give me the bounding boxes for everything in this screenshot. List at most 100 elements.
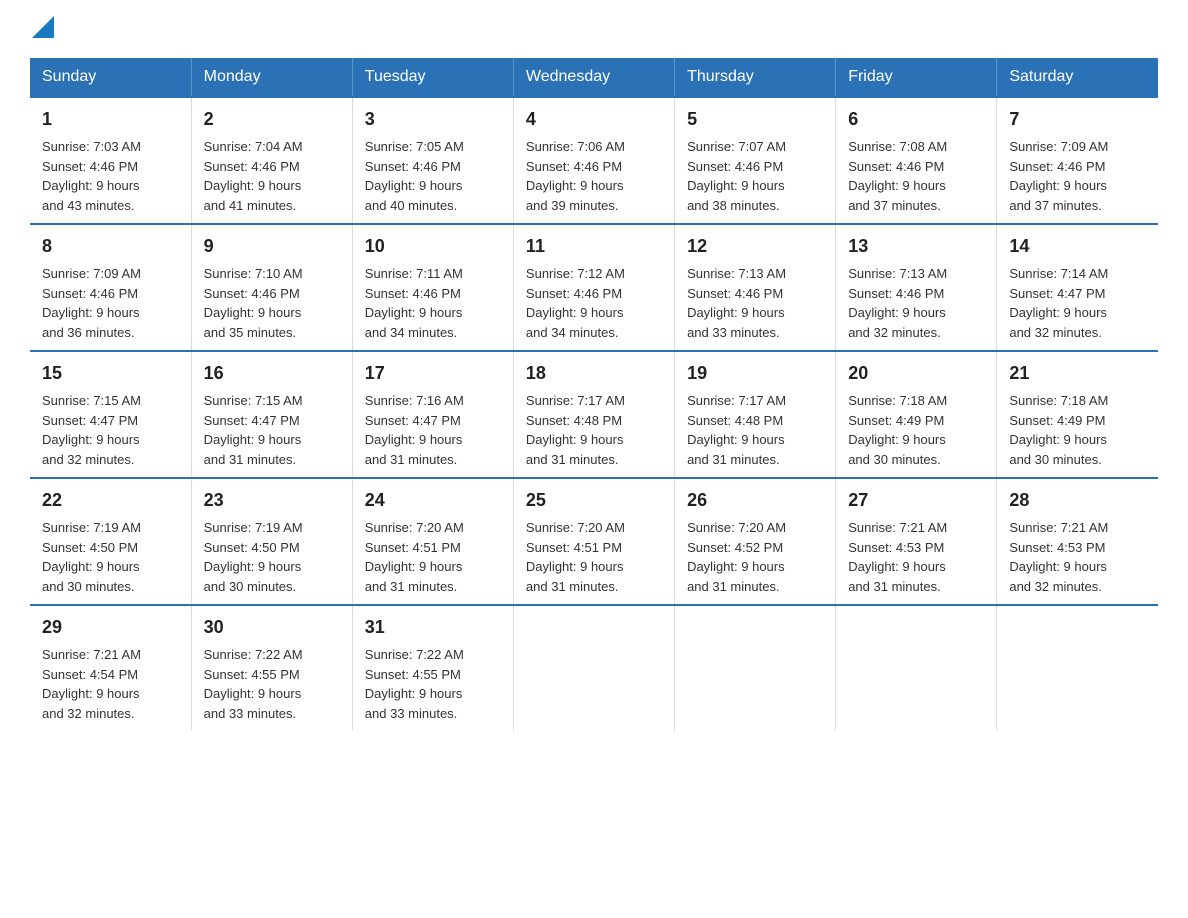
calendar-cell: 3 Sunrise: 7:05 AMSunset: 4:46 PMDayligh… xyxy=(352,97,513,224)
day-info: Sunrise: 7:07 AMSunset: 4:46 PMDaylight:… xyxy=(687,139,786,213)
day-info: Sunrise: 7:05 AMSunset: 4:46 PMDaylight:… xyxy=(365,139,464,213)
calendar-cell: 20 Sunrise: 7:18 AMSunset: 4:49 PMDaylig… xyxy=(836,351,997,478)
calendar-cell: 30 Sunrise: 7:22 AMSunset: 4:55 PMDaylig… xyxy=(191,605,352,731)
calendar-cell xyxy=(997,605,1158,731)
weekday-header-saturday: Saturday xyxy=(997,58,1158,97)
calendar-table: SundayMondayTuesdayWednesdayThursdayFrid… xyxy=(30,58,1158,731)
day-info: Sunrise: 7:12 AMSunset: 4:46 PMDaylight:… xyxy=(526,266,625,340)
calendar-week-row: 29 Sunrise: 7:21 AMSunset: 4:54 PMDaylig… xyxy=(30,605,1158,731)
day-number: 5 xyxy=(687,106,823,133)
day-info: Sunrise: 7:17 AMSunset: 4:48 PMDaylight:… xyxy=(687,393,786,467)
day-info: Sunrise: 7:04 AMSunset: 4:46 PMDaylight:… xyxy=(204,139,303,213)
day-number: 13 xyxy=(848,233,984,260)
day-number: 30 xyxy=(204,614,340,641)
day-number: 18 xyxy=(526,360,662,387)
day-info: Sunrise: 7:09 AMSunset: 4:46 PMDaylight:… xyxy=(1009,139,1108,213)
day-info: Sunrise: 7:18 AMSunset: 4:49 PMDaylight:… xyxy=(1009,393,1108,467)
calendar-cell: 21 Sunrise: 7:18 AMSunset: 4:49 PMDaylig… xyxy=(997,351,1158,478)
calendar-cell: 4 Sunrise: 7:06 AMSunset: 4:46 PMDayligh… xyxy=(513,97,674,224)
calendar-cell: 2 Sunrise: 7:04 AMSunset: 4:46 PMDayligh… xyxy=(191,97,352,224)
day-number: 16 xyxy=(204,360,340,387)
day-number: 14 xyxy=(1009,233,1146,260)
day-number: 9 xyxy=(204,233,340,260)
day-number: 4 xyxy=(526,106,662,133)
page-header xyxy=(30,20,1158,38)
day-number: 25 xyxy=(526,487,662,514)
calendar-cell: 12 Sunrise: 7:13 AMSunset: 4:46 PMDaylig… xyxy=(675,224,836,351)
calendar-cell: 15 Sunrise: 7:15 AMSunset: 4:47 PMDaylig… xyxy=(30,351,191,478)
calendar-cell: 9 Sunrise: 7:10 AMSunset: 4:46 PMDayligh… xyxy=(191,224,352,351)
day-info: Sunrise: 7:15 AMSunset: 4:47 PMDaylight:… xyxy=(204,393,303,467)
day-info: Sunrise: 7:19 AMSunset: 4:50 PMDaylight:… xyxy=(42,520,141,594)
day-info: Sunrise: 7:18 AMSunset: 4:49 PMDaylight:… xyxy=(848,393,947,467)
calendar-cell xyxy=(675,605,836,731)
calendar-cell: 1 Sunrise: 7:03 AMSunset: 4:46 PMDayligh… xyxy=(30,97,191,224)
calendar-cell: 6 Sunrise: 7:08 AMSunset: 4:46 PMDayligh… xyxy=(836,97,997,224)
calendar-cell: 27 Sunrise: 7:21 AMSunset: 4:53 PMDaylig… xyxy=(836,478,997,605)
day-info: Sunrise: 7:20 AMSunset: 4:51 PMDaylight:… xyxy=(365,520,464,594)
calendar-cell: 23 Sunrise: 7:19 AMSunset: 4:50 PMDaylig… xyxy=(191,478,352,605)
calendar-cell: 17 Sunrise: 7:16 AMSunset: 4:47 PMDaylig… xyxy=(352,351,513,478)
day-number: 21 xyxy=(1009,360,1146,387)
day-number: 11 xyxy=(526,233,662,260)
day-number: 17 xyxy=(365,360,501,387)
day-info: Sunrise: 7:14 AMSunset: 4:47 PMDaylight:… xyxy=(1009,266,1108,340)
day-info: Sunrise: 7:20 AMSunset: 4:52 PMDaylight:… xyxy=(687,520,786,594)
day-info: Sunrise: 7:16 AMSunset: 4:47 PMDaylight:… xyxy=(365,393,464,467)
calendar-cell: 26 Sunrise: 7:20 AMSunset: 4:52 PMDaylig… xyxy=(675,478,836,605)
weekday-header-row: SundayMondayTuesdayWednesdayThursdayFrid… xyxy=(30,58,1158,97)
day-info: Sunrise: 7:06 AMSunset: 4:46 PMDaylight:… xyxy=(526,139,625,213)
logo-triangle-icon xyxy=(32,16,54,38)
day-number: 23 xyxy=(204,487,340,514)
day-info: Sunrise: 7:11 AMSunset: 4:46 PMDaylight:… xyxy=(365,266,463,340)
day-info: Sunrise: 7:03 AMSunset: 4:46 PMDaylight:… xyxy=(42,139,141,213)
weekday-header-sunday: Sunday xyxy=(30,58,191,97)
day-info: Sunrise: 7:17 AMSunset: 4:48 PMDaylight:… xyxy=(526,393,625,467)
calendar-cell xyxy=(513,605,674,731)
day-info: Sunrise: 7:10 AMSunset: 4:46 PMDaylight:… xyxy=(204,266,303,340)
calendar-cell: 8 Sunrise: 7:09 AMSunset: 4:46 PMDayligh… xyxy=(30,224,191,351)
calendar-cell: 16 Sunrise: 7:15 AMSunset: 4:47 PMDaylig… xyxy=(191,351,352,478)
weekday-header-tuesday: Tuesday xyxy=(352,58,513,97)
calendar-cell: 28 Sunrise: 7:21 AMSunset: 4:53 PMDaylig… xyxy=(997,478,1158,605)
calendar-week-row: 15 Sunrise: 7:15 AMSunset: 4:47 PMDaylig… xyxy=(30,351,1158,478)
weekday-header-wednesday: Wednesday xyxy=(513,58,674,97)
calendar-cell: 19 Sunrise: 7:17 AMSunset: 4:48 PMDaylig… xyxy=(675,351,836,478)
calendar-cell: 14 Sunrise: 7:14 AMSunset: 4:47 PMDaylig… xyxy=(997,224,1158,351)
calendar-cell: 22 Sunrise: 7:19 AMSunset: 4:50 PMDaylig… xyxy=(30,478,191,605)
calendar-cell: 24 Sunrise: 7:20 AMSunset: 4:51 PMDaylig… xyxy=(352,478,513,605)
day-number: 2 xyxy=(204,106,340,133)
calendar-header: SundayMondayTuesdayWednesdayThursdayFrid… xyxy=(30,58,1158,97)
day-info: Sunrise: 7:21 AMSunset: 4:53 PMDaylight:… xyxy=(848,520,947,594)
day-number: 10 xyxy=(365,233,501,260)
weekday-header-monday: Monday xyxy=(191,58,352,97)
day-info: Sunrise: 7:22 AMSunset: 4:55 PMDaylight:… xyxy=(204,647,303,721)
day-number: 15 xyxy=(42,360,179,387)
calendar-cell: 7 Sunrise: 7:09 AMSunset: 4:46 PMDayligh… xyxy=(997,97,1158,224)
weekday-header-friday: Friday xyxy=(836,58,997,97)
day-number: 24 xyxy=(365,487,501,514)
day-info: Sunrise: 7:19 AMSunset: 4:50 PMDaylight:… xyxy=(204,520,303,594)
day-info: Sunrise: 7:13 AMSunset: 4:46 PMDaylight:… xyxy=(848,266,947,340)
calendar-cell: 25 Sunrise: 7:20 AMSunset: 4:51 PMDaylig… xyxy=(513,478,674,605)
day-number: 8 xyxy=(42,233,179,260)
calendar-cell: 29 Sunrise: 7:21 AMSunset: 4:54 PMDaylig… xyxy=(30,605,191,731)
day-number: 26 xyxy=(687,487,823,514)
day-info: Sunrise: 7:09 AMSunset: 4:46 PMDaylight:… xyxy=(42,266,141,340)
calendar-week-row: 8 Sunrise: 7:09 AMSunset: 4:46 PMDayligh… xyxy=(30,224,1158,351)
calendar-cell: 13 Sunrise: 7:13 AMSunset: 4:46 PMDaylig… xyxy=(836,224,997,351)
calendar-week-row: 22 Sunrise: 7:19 AMSunset: 4:50 PMDaylig… xyxy=(30,478,1158,605)
day-number: 6 xyxy=(848,106,984,133)
day-number: 28 xyxy=(1009,487,1146,514)
day-number: 22 xyxy=(42,487,179,514)
calendar-cell: 5 Sunrise: 7:07 AMSunset: 4:46 PMDayligh… xyxy=(675,97,836,224)
calendar-week-row: 1 Sunrise: 7:03 AMSunset: 4:46 PMDayligh… xyxy=(30,97,1158,224)
day-info: Sunrise: 7:21 AMSunset: 4:53 PMDaylight:… xyxy=(1009,520,1108,594)
day-number: 19 xyxy=(687,360,823,387)
calendar-body: 1 Sunrise: 7:03 AMSunset: 4:46 PMDayligh… xyxy=(30,97,1158,731)
day-number: 29 xyxy=(42,614,179,641)
calendar-cell: 10 Sunrise: 7:11 AMSunset: 4:46 PMDaylig… xyxy=(352,224,513,351)
day-info: Sunrise: 7:08 AMSunset: 4:46 PMDaylight:… xyxy=(848,139,947,213)
day-number: 20 xyxy=(848,360,984,387)
calendar-cell: 11 Sunrise: 7:12 AMSunset: 4:46 PMDaylig… xyxy=(513,224,674,351)
